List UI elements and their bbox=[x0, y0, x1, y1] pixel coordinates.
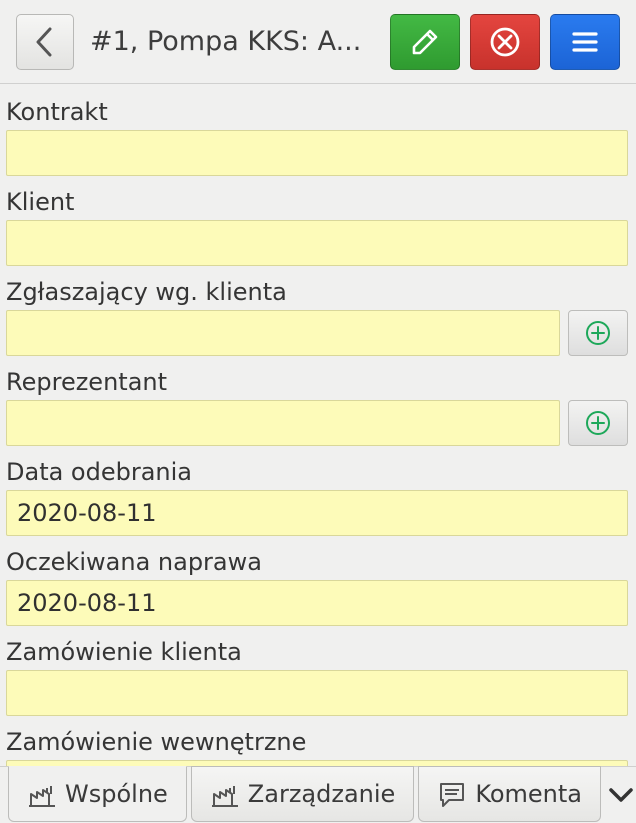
label-zglaszajacy: Zgłaszający wg. klienta bbox=[4, 272, 630, 310]
tab-label: Komenta bbox=[475, 780, 582, 808]
input-zam-klienta[interactable] bbox=[6, 670, 628, 716]
comment-icon bbox=[437, 780, 467, 808]
tab-bar: Wspólne Zarządzanie Komenta bbox=[0, 767, 636, 823]
tab-wspolne[interactable]: Wspólne bbox=[8, 766, 187, 822]
hamburger-icon bbox=[568, 25, 602, 59]
menu-button[interactable] bbox=[550, 14, 620, 70]
add-zglaszajacy-button[interactable] bbox=[568, 310, 628, 356]
input-reprezentant[interactable] bbox=[6, 400, 560, 446]
chevron-down-icon bbox=[608, 785, 634, 805]
label-klient: Klient bbox=[4, 182, 630, 220]
tab-label: Zarządzanie bbox=[248, 780, 396, 808]
plus-circle-icon bbox=[585, 410, 611, 436]
form-scroll[interactable]: Kontrakt Klient Zgłaszający wg. klienta … bbox=[0, 84, 636, 766]
tab-label: Wspólne bbox=[65, 780, 168, 808]
back-button[interactable] bbox=[16, 14, 74, 70]
close-button[interactable] bbox=[470, 14, 540, 70]
input-kontrakt[interactable] bbox=[6, 130, 628, 176]
input-oczekiwana[interactable]: 2020-08-11 bbox=[6, 580, 628, 626]
label-zam-klienta: Zamówienie klienta bbox=[4, 632, 630, 670]
label-oczekiwana: Oczekiwana naprawa bbox=[4, 542, 630, 580]
label-zam-wewn: Zamówienie wewnętrzne bbox=[4, 722, 630, 760]
factory-icon bbox=[210, 780, 240, 808]
input-data-odebrania[interactable]: 2020-08-11 bbox=[6, 490, 628, 536]
label-data-odebrania: Data odebrania bbox=[4, 452, 630, 490]
label-reprezentant: Reprezentant bbox=[4, 362, 630, 400]
factory-icon bbox=[27, 780, 57, 808]
chevron-left-icon bbox=[33, 27, 57, 57]
edit-button[interactable] bbox=[390, 14, 460, 70]
pencil-icon bbox=[408, 25, 442, 59]
plus-circle-icon bbox=[585, 320, 611, 346]
label-kontrakt: Kontrakt bbox=[4, 92, 630, 130]
tabs-overflow-button[interactable] bbox=[605, 767, 636, 823]
content-area: Kontrakt Klient Zgłaszający wg. klienta … bbox=[0, 84, 636, 767]
add-reprezentant-button[interactable] bbox=[568, 400, 628, 446]
input-klient[interactable] bbox=[6, 220, 628, 266]
tab-komentarz[interactable]: Komenta bbox=[418, 766, 601, 822]
tab-zarzadzanie[interactable]: Zarządzanie bbox=[191, 766, 415, 822]
toolbar: #1, Pompa KKS: A... bbox=[0, 0, 636, 84]
close-circle-icon bbox=[488, 25, 522, 59]
page-title: #1, Pompa KKS: A... bbox=[84, 26, 380, 57]
input-zglaszajacy[interactable] bbox=[6, 310, 560, 356]
